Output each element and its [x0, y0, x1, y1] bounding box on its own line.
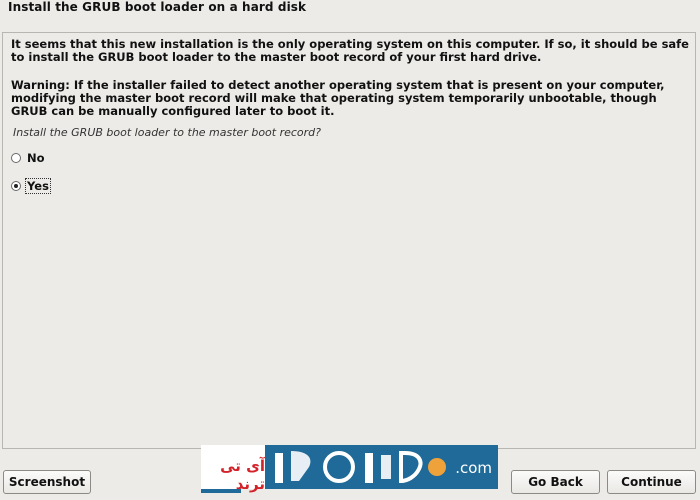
page-title: Install the GRUB boot loader on a hard d…: [8, 0, 307, 14]
watermark-domain: .com: [455, 459, 492, 477]
content-panel: It seems that this new installation is t…: [2, 32, 696, 449]
option-yes[interactable]: Yes: [11, 178, 51, 194]
screenshot-button[interactable]: Screenshot: [3, 470, 91, 494]
watermark-persian-text: آی تی ترند: [220, 457, 265, 493]
option-no-label: No: [27, 151, 45, 165]
radio-no[interactable]: [11, 153, 21, 163]
radio-yes[interactable]: [11, 181, 21, 191]
go-back-button[interactable]: Go Back: [511, 470, 600, 494]
watermark-logo-icon: [275, 451, 446, 484]
continue-button[interactable]: Continue: [607, 470, 696, 494]
option-yes-label: Yes: [25, 178, 51, 194]
watermark-stripe: [201, 489, 241, 493]
warning-paragraph: Warning: If the installer failed to dete…: [11, 78, 665, 118]
installer-window: Install the GRUB boot loader on a hard d…: [0, 0, 700, 500]
watermark-logo: آی تی ترند .com: [201, 445, 498, 493]
info-paragraph: It seems that this new installation is t…: [11, 37, 689, 64]
option-no[interactable]: No: [11, 151, 46, 165]
watermark-logo-panel: .com: [265, 445, 498, 489]
watermark-left-panel: آی تی ترند: [201, 445, 265, 493]
question-text: Install the GRUB boot loader to the mast…: [13, 126, 322, 139]
